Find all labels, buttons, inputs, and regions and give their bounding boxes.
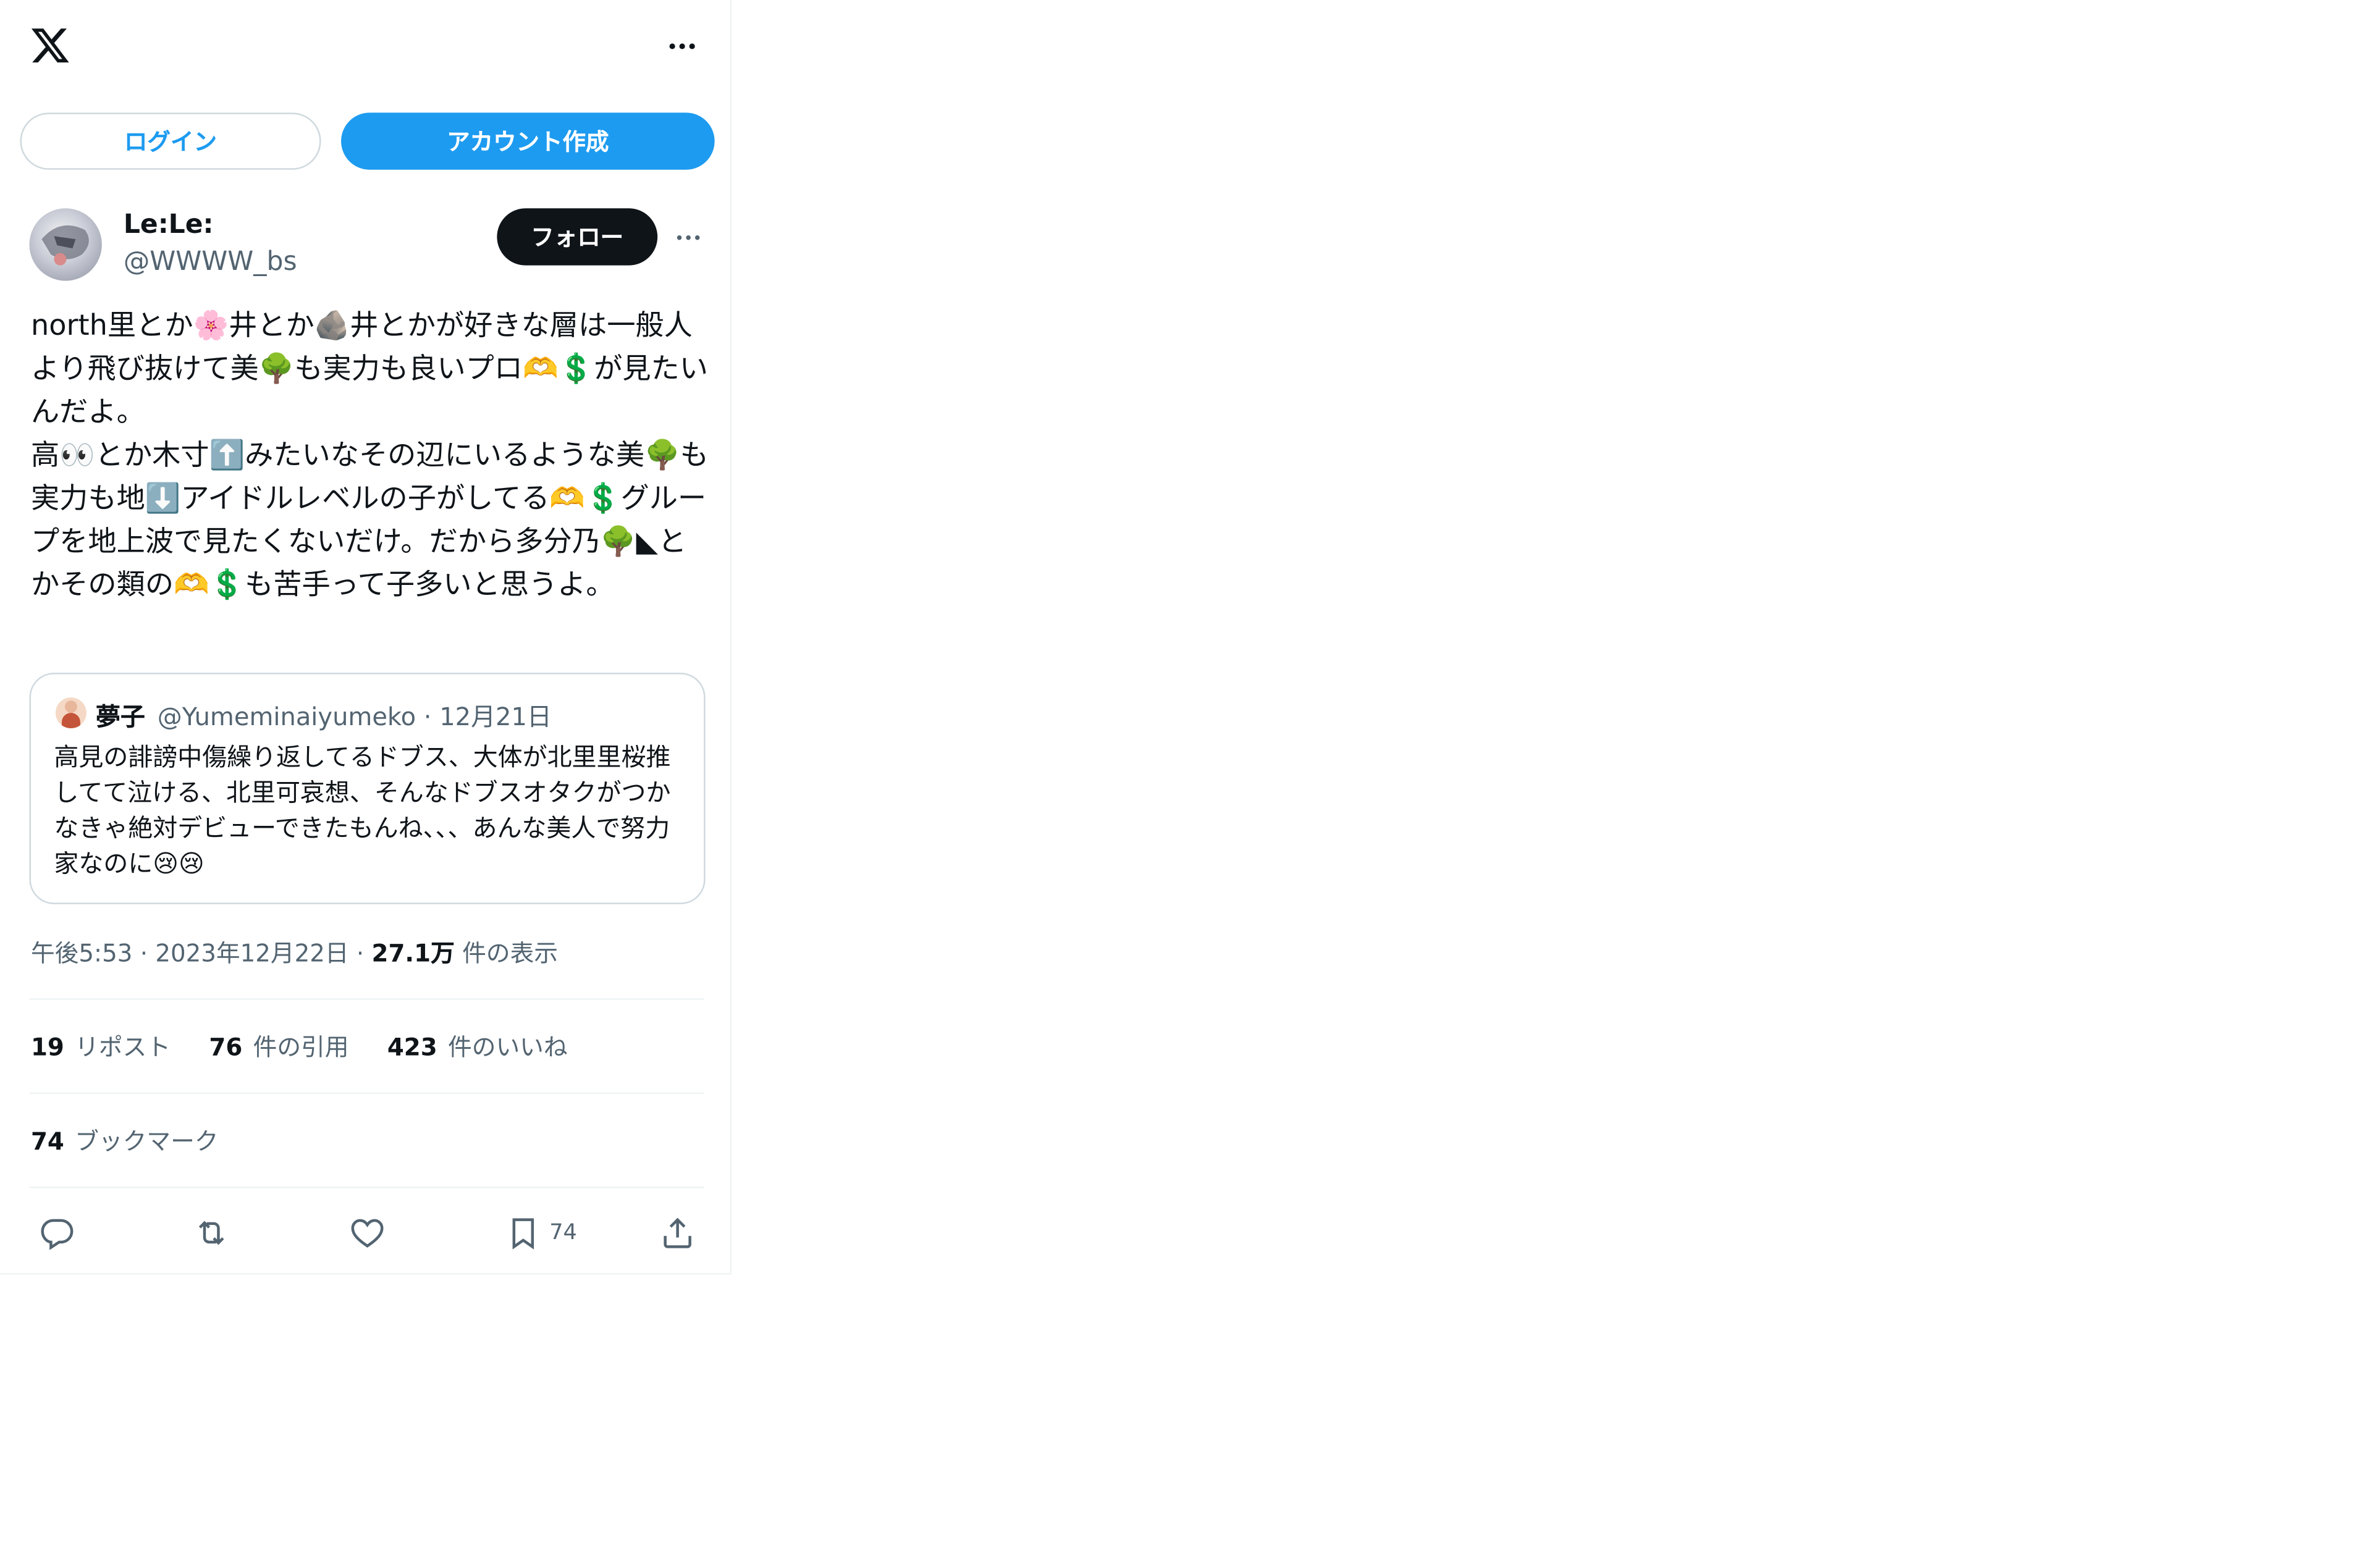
tweet-column: ログイン アカウント作成 Le:Le: @WWWW_bs フォロー north里… [0, 0, 732, 1275]
tweet-time[interactable]: 午後5:53 [31, 940, 132, 967]
author-display-name[interactable]: Le:Le: [124, 210, 214, 241]
bookmarks-stat[interactable]: 74 ブックマーク [31, 1124, 219, 1158]
meta-separator: · [356, 940, 372, 968]
meta-separator: · [140, 940, 156, 968]
quote-text: 高見の誹謗中傷繰り返してるドブス、大体が北里里桜推してて泣ける、北里可哀想、そん… [54, 742, 671, 878]
likes-count: 423 [387, 1033, 437, 1062]
reposts-label: リポスト [75, 1033, 171, 1062]
author-handle[interactable]: @WWWW_bs [124, 247, 297, 278]
quote-author-name: 夢子 [95, 702, 145, 732]
quoted-tweet[interactable]: 夢子 @Yumeminaiyumeko · 12月21日 高見の誹謗中傷繰り返し… [29, 673, 706, 904]
views-count: 27.1万 [371, 940, 455, 968]
avatar[interactable] [29, 208, 102, 281]
action-bar: 74 [0, 1206, 732, 1259]
quote-avatar [55, 697, 87, 729]
quotes-label: 件の引用 [253, 1033, 349, 1062]
create-account-button[interactable]: アカウント作成 [341, 112, 715, 170]
bookmarks-count: 74 [30, 1128, 64, 1156]
views-label: 件の表示 [462, 940, 559, 968]
heart-icon[interactable] [349, 1211, 386, 1255]
x-logo-icon[interactable] [29, 25, 70, 66]
reply-icon[interactable] [38, 1211, 75, 1255]
more-horizontal-icon[interactable] [660, 28, 704, 65]
more-horizontal-icon[interactable] [670, 219, 707, 256]
tweet-text: north里とか🌸井とか🪨井とかが好きな層は一般人より飛び抜けて美🌳も実力も良い… [30, 310, 709, 602]
reposts-stat[interactable]: 19 リポスト [31, 1029, 171, 1063]
share-icon[interactable] [659, 1211, 696, 1255]
reposts-count: 19 [30, 1033, 64, 1062]
engagement-stats: 19 リポスト 76 件の引用 423 件のいいね [31, 1029, 599, 1063]
quotes-count: 76 [209, 1033, 243, 1062]
follow-button[interactable]: フォロー [497, 208, 658, 266]
quote-author-handle: @Yumeminaiyumeko · 12月21日 [157, 702, 552, 732]
bookmark-count: 74 [549, 1220, 577, 1245]
login-button[interactable]: ログイン [20, 112, 321, 170]
divider [29, 1186, 704, 1188]
tweet-meta: 午後5:53 · 2023年12月22日 · 27.1万 件の表示 [31, 935, 558, 969]
likes-label: 件のいいね [448, 1033, 568, 1062]
divider [29, 1092, 704, 1095]
top-bar [0, 0, 732, 93]
quotes-stat[interactable]: 76 件の引用 [209, 1029, 348, 1063]
bookmark-icon[interactable]: 74 [505, 1211, 577, 1255]
retweet-icon[interactable] [193, 1211, 230, 1255]
bookmarks-label: ブックマーク [75, 1128, 219, 1156]
likes-stat[interactable]: 423 件のいいね [387, 1029, 568, 1063]
tweet-date[interactable]: 2023年12月22日 [155, 940, 348, 967]
divider [29, 998, 704, 1000]
